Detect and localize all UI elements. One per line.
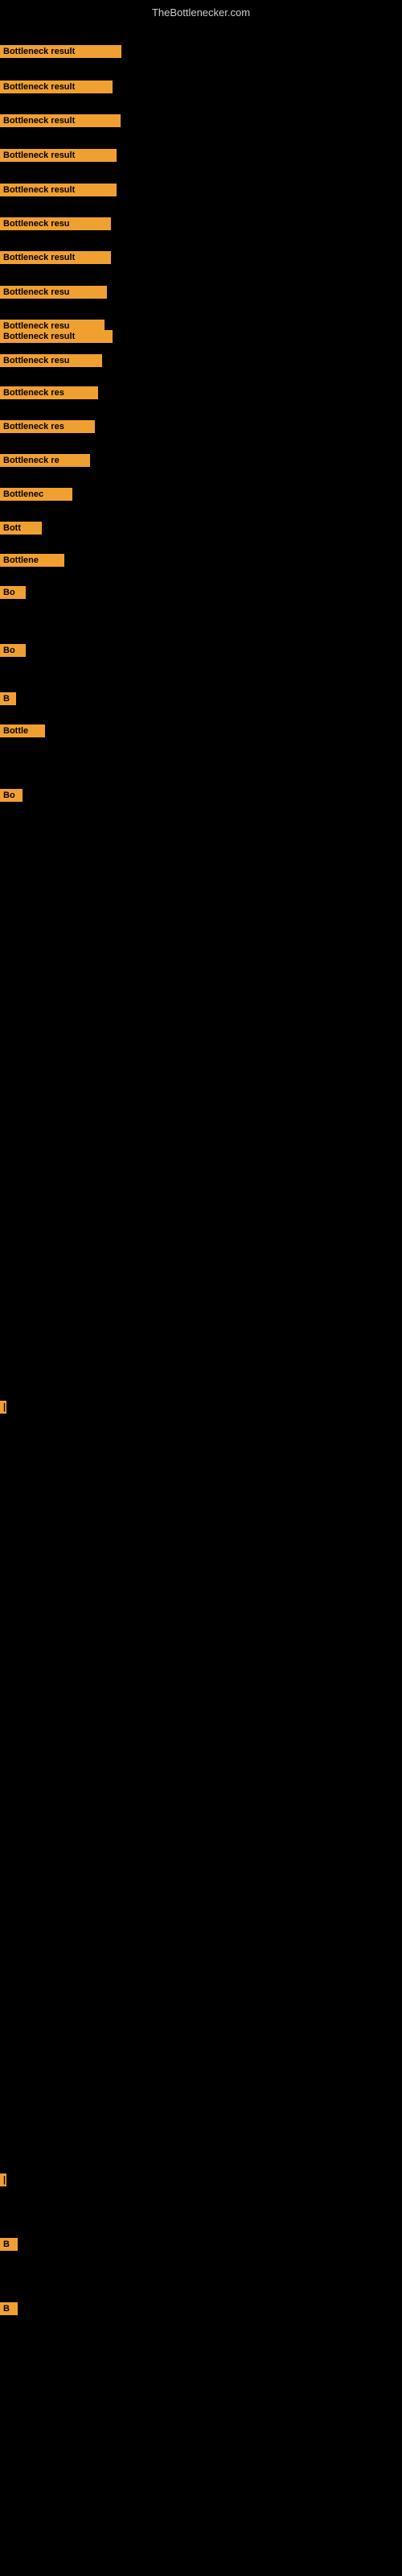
bottleneck-badge-22: | [0,1401,6,1414]
bottleneck-badge-15: Bott [0,522,42,535]
bottleneck-badge-19: B [0,692,16,705]
bottleneck-badge-14: Bottlenec [0,488,72,501]
bottleneck-badge-16: Bottlene [0,554,64,567]
bottleneck-badge-25: B [0,2302,18,2315]
bottleneck-badge-7: Bottleneck resu [0,286,107,299]
bottleneck-badge-9: Bottleneck result [0,330,113,343]
bottleneck-badge-5: Bottleneck resu [0,217,111,230]
bottleneck-badge-0: Bottleneck result [0,45,121,58]
bottleneck-badge-17: Bo [0,586,26,599]
bottleneck-badge-21: Bo [0,789,23,802]
bottleneck-badge-4: Bottleneck result [0,184,117,196]
bottleneck-badge-12: Bottleneck res [0,420,95,433]
site-title: TheBottlenecker.com [152,6,250,19]
bottleneck-badge-13: Bottleneck re [0,454,90,467]
bottleneck-badge-11: Bottleneck res [0,386,98,399]
bottleneck-badge-2: Bottleneck result [0,114,121,127]
bottleneck-badge-10: Bottleneck resu [0,354,102,367]
bottleneck-badge-1: Bottleneck result [0,80,113,93]
bottleneck-badge-3: Bottleneck result [0,149,117,162]
bottleneck-badge-23: | [0,2174,6,2186]
bottleneck-badge-20: Bottle [0,724,45,737]
bottleneck-badge-18: Bo [0,644,26,657]
bottleneck-badge-24: B [0,2238,18,2251]
bottleneck-badge-6: Bottleneck result [0,251,111,264]
